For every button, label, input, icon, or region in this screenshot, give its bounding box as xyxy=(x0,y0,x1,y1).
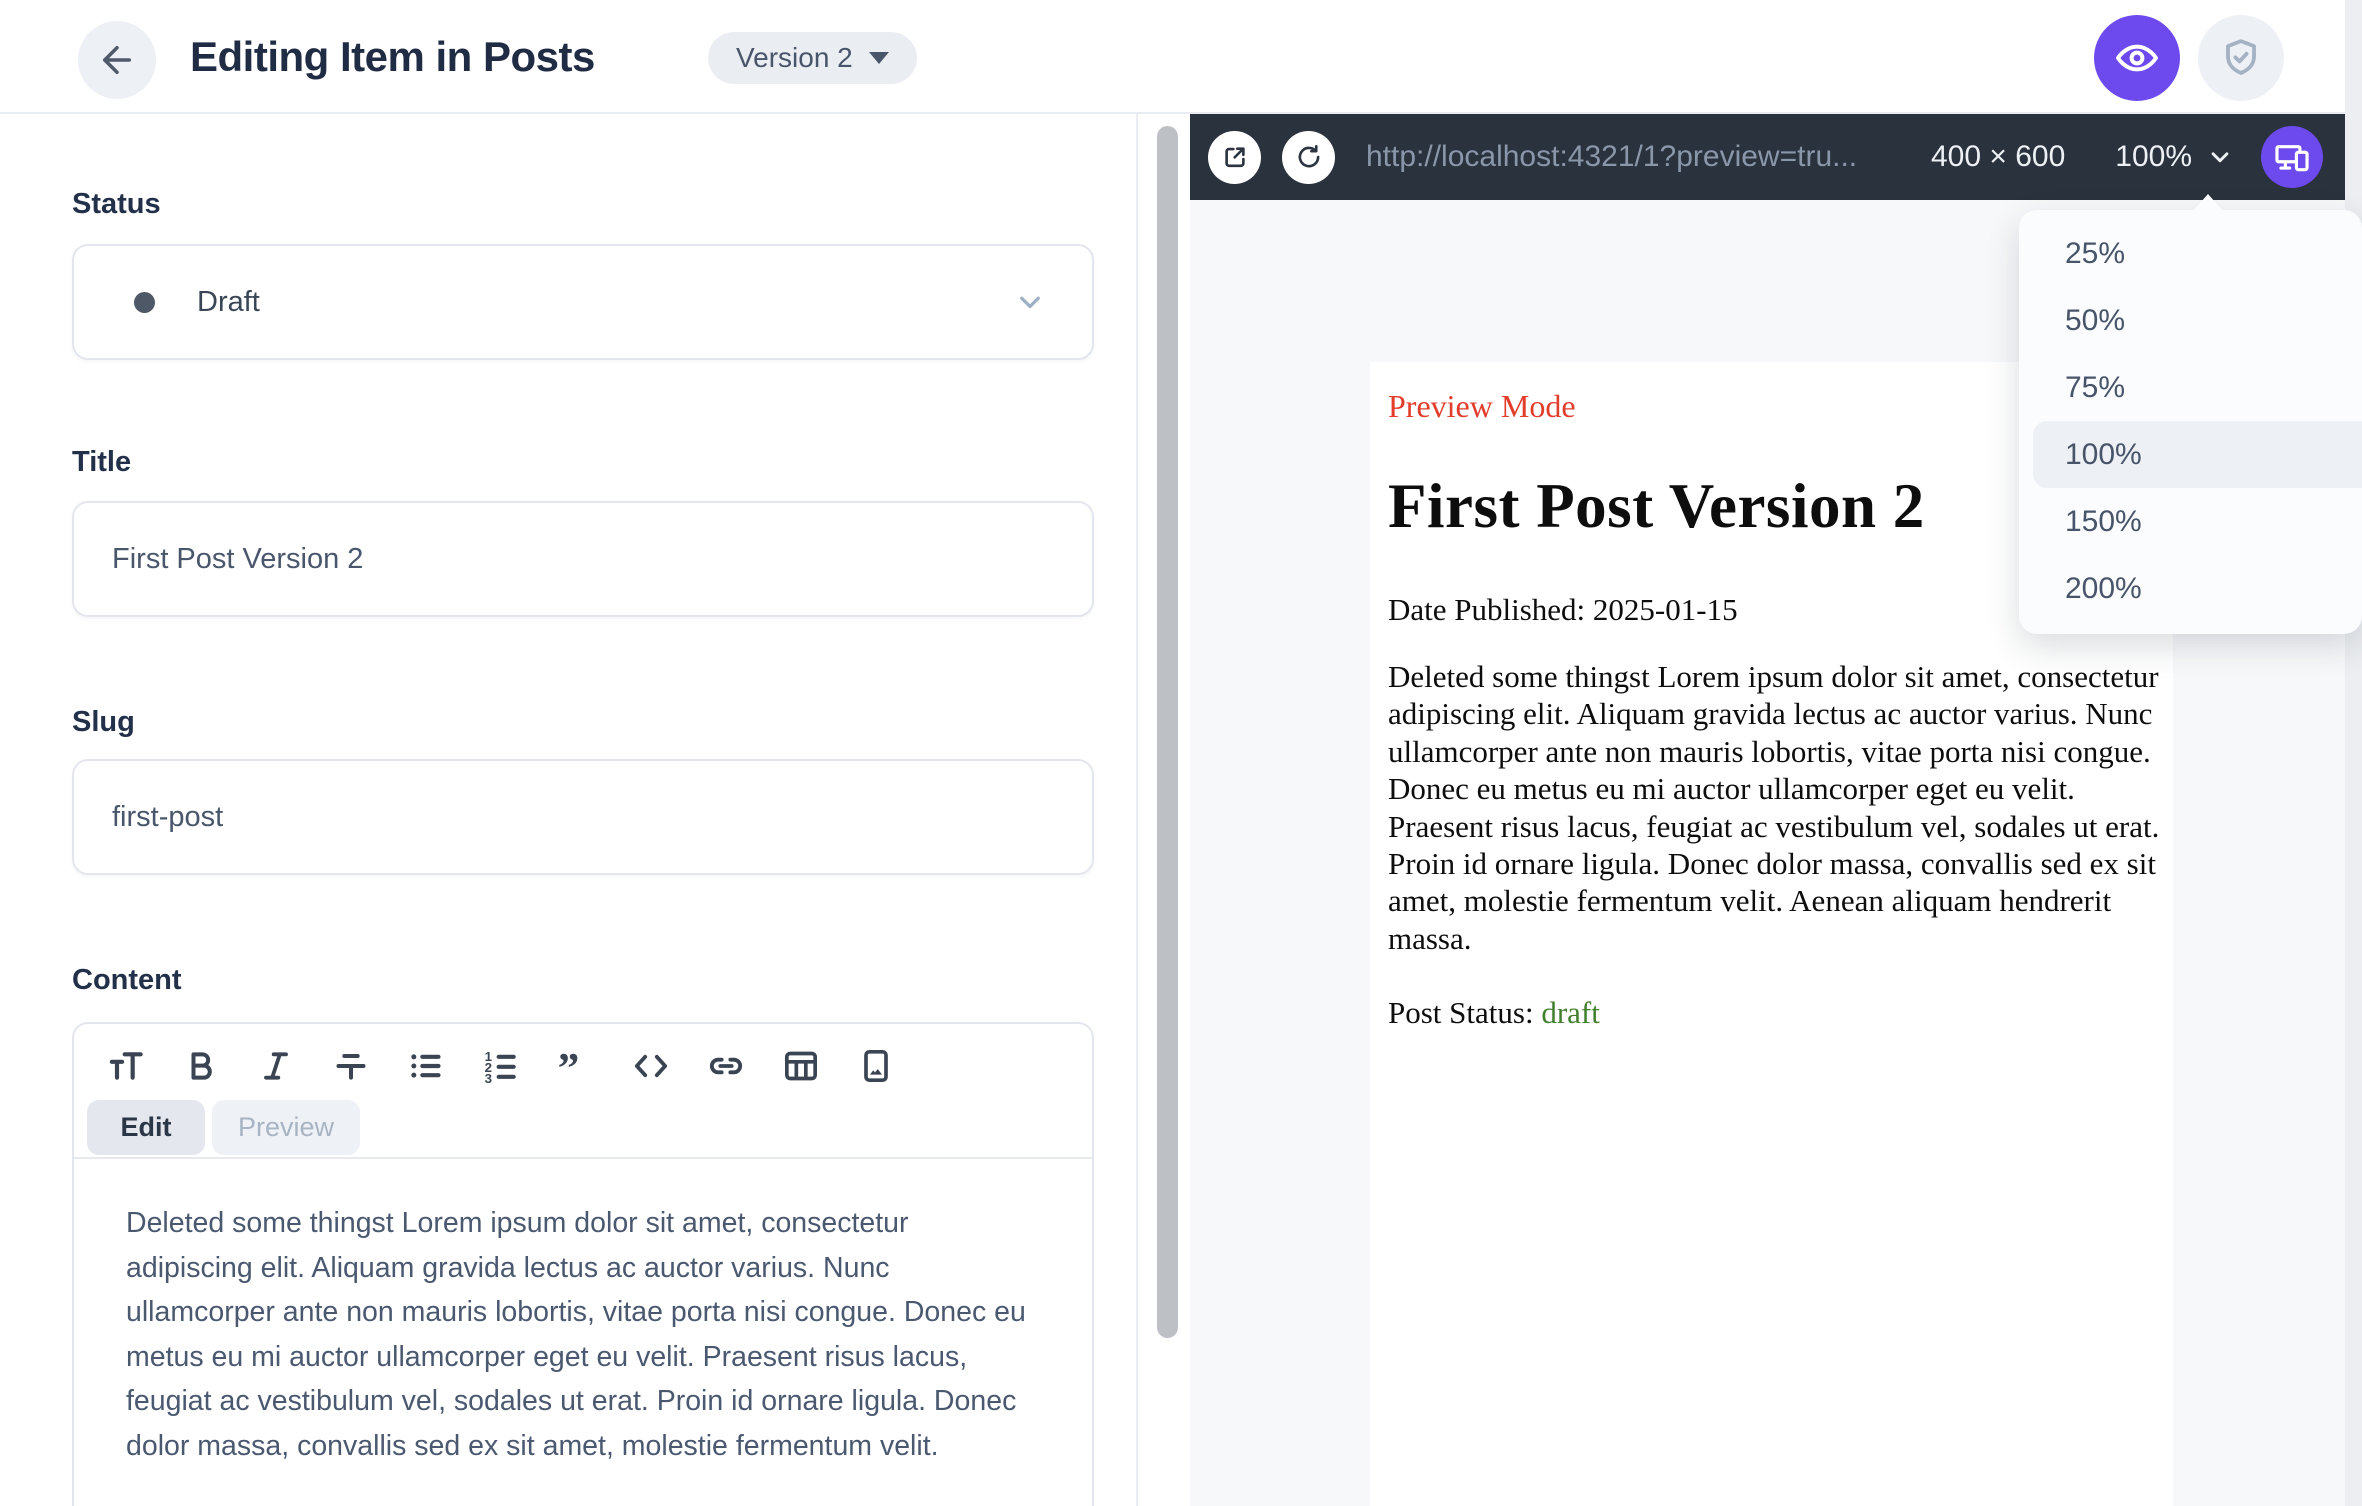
open-external-button[interactable] xyxy=(1208,130,1261,184)
tab-edit[interactable]: Edit xyxy=(87,1100,205,1155)
zoom-option-50%[interactable]: 50% xyxy=(2033,287,2362,354)
shield-check-icon xyxy=(2226,39,2256,75)
zoom-option-75%[interactable]: 75% xyxy=(2033,354,2362,421)
svg-text:3: 3 xyxy=(485,1071,492,1086)
link-icon[interactable] xyxy=(704,1044,748,1088)
preview-body-text: Deleted some thingst Lorem ipsum dolor s… xyxy=(1388,659,2160,956)
bold-icon[interactable] xyxy=(179,1044,223,1088)
slug-input[interactable] xyxy=(72,759,1094,875)
status-dot-icon xyxy=(134,291,155,313)
status-label: Status xyxy=(72,188,161,220)
form-scrollbar-thumb[interactable] xyxy=(1157,126,1178,1338)
preview-post-status: Post Status: draft xyxy=(1388,995,1600,1031)
preview-toolbar: http://localhost:4321/1?preview=tru... 4… xyxy=(1190,114,2345,200)
preview-url[interactable]: http://localhost:4321/1?preview=tru... xyxy=(1366,140,1857,174)
heading-icon[interactable] xyxy=(104,1044,148,1088)
image-icon[interactable] xyxy=(854,1044,898,1088)
version-dropdown[interactable]: Version 2 xyxy=(708,32,917,84)
bullet-list-icon[interactable] xyxy=(404,1044,448,1088)
zoom-dropdown-trigger[interactable]: 100% xyxy=(2115,140,2235,174)
content-editor-container: 123 ” Edit Preview Deleted some thingst … xyxy=(72,1022,1094,1506)
zoom-menu: 25% 50% 75% 100% 150% 200% xyxy=(2019,210,2362,634)
zoom-option-25%[interactable]: 25% xyxy=(2033,220,2362,287)
zoom-menu-notch xyxy=(2193,194,2223,211)
external-link-icon xyxy=(1224,147,1245,168)
table-icon[interactable] xyxy=(779,1044,823,1088)
version-label: Version 2 xyxy=(736,42,853,73)
zoom-option-150%[interactable]: 150% xyxy=(2033,488,2362,555)
app-window: Editing Item in Posts Version 2 Status D… xyxy=(0,0,2362,1506)
content-editor[interactable]: Deleted some thingst Lorem ipsum dolor s… xyxy=(74,1159,1092,1468)
tab-preview[interactable]: Preview xyxy=(212,1100,360,1155)
back-button[interactable] xyxy=(78,21,156,99)
post-status-value: draft xyxy=(1541,995,1600,1030)
status-value: Draft xyxy=(197,285,260,318)
title-input[interactable] xyxy=(72,501,1094,617)
blockquote-icon[interactable]: ” xyxy=(554,1044,598,1088)
slug-label: Slug xyxy=(72,706,135,738)
eye-icon xyxy=(2116,44,2158,72)
header: Editing Item in Posts Version 2 xyxy=(0,0,2362,114)
devices-icon xyxy=(2275,145,2309,172)
zoom-option-100%[interactable]: 100% xyxy=(2033,421,2362,488)
ordered-list-icon[interactable]: 123 xyxy=(479,1044,523,1088)
preview-mode-badge: Preview Mode xyxy=(1388,388,1576,424)
editor-tabs: Edit Preview xyxy=(87,1100,1092,1155)
italic-icon[interactable] xyxy=(254,1044,298,1088)
chevron-down-icon xyxy=(1012,284,1048,320)
title-label: Title xyxy=(72,446,132,478)
status-select[interactable]: Draft xyxy=(72,244,1094,360)
editor-toolbar: 123 ” xyxy=(74,1024,1092,1088)
post-status-prefix: Post Status: xyxy=(1388,995,1542,1030)
zoom-option-200%[interactable]: 200% xyxy=(2033,555,2362,622)
zoom-value: 100% xyxy=(2115,140,2192,173)
preview-heading: First Post Version 2 xyxy=(1388,471,1925,541)
validation-button[interactable] xyxy=(2198,15,2284,101)
edit-form-panel: Status Draft Title Slug Content xyxy=(0,114,1136,1506)
page-title: Editing Item in Posts xyxy=(190,33,595,80)
refresh-button[interactable] xyxy=(1282,130,1335,184)
strikethrough-icon[interactable] xyxy=(329,1044,373,1088)
content-label: Content xyxy=(72,964,182,996)
device-size-button[interactable] xyxy=(2261,126,2323,188)
arrow-left-icon xyxy=(103,46,131,74)
viewport-size-label: 400 × 600 xyxy=(1930,140,2066,173)
caret-down-icon xyxy=(868,52,889,64)
chevron-down-icon xyxy=(2211,152,2229,163)
preview-toggle-button[interactable] xyxy=(2094,15,2180,101)
panel-divider xyxy=(1136,114,1138,1506)
refresh-icon xyxy=(1298,144,1319,168)
preview-date: Date Published: 2025-01-15 xyxy=(1388,592,1738,627)
svg-text:”: ” xyxy=(558,1046,580,1086)
code-icon[interactable] xyxy=(629,1044,673,1088)
